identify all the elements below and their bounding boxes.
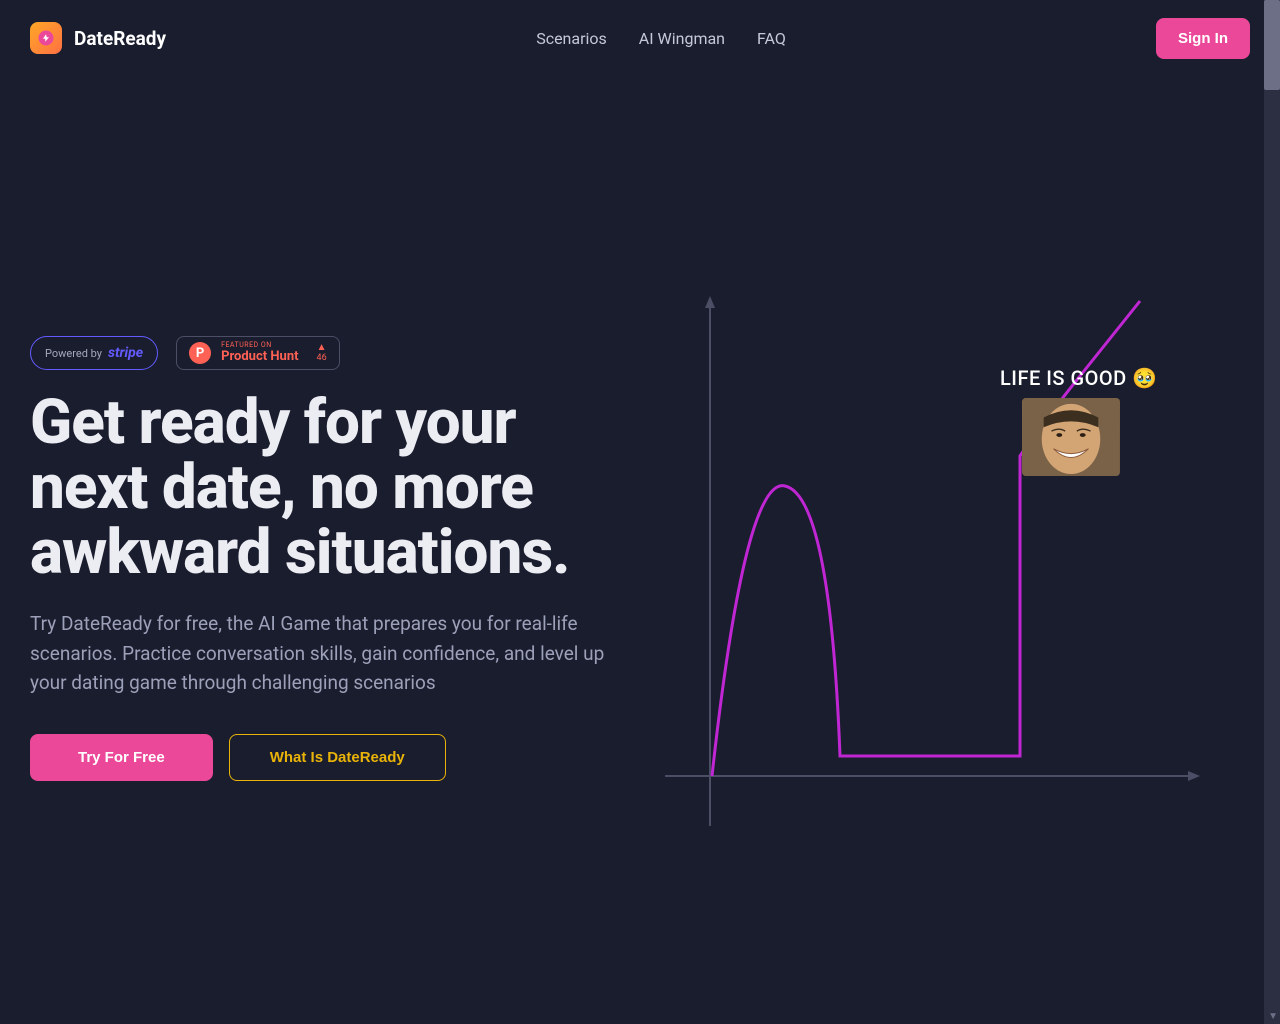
ph-upvote: ▲ 46 <box>317 343 327 363</box>
logo-icon <box>30 22 62 54</box>
stripe-badge[interactable]: Powered by stripe <box>30 336 158 370</box>
producthunt-text: FEATURED ON Product Hunt <box>221 342 298 364</box>
hero-content: Powered by stripe P FEATURED ON Product … <box>30 176 620 781</box>
scrollbar-thumb[interactable] <box>1264 0 1280 90</box>
logo-section[interactable]: DateReady <box>30 22 166 54</box>
stripe-powered-text: Powered by <box>45 347 102 360</box>
nav-wingman[interactable]: AI Wingman <box>639 29 725 48</box>
header: DateReady Scenarios AI Wingman FAQ Sign … <box>0 0 1280 76</box>
ph-name-label: Product Hunt <box>221 350 298 364</box>
nav-links: Scenarios AI Wingman FAQ <box>536 29 786 48</box>
brand-name: DateReady <box>74 27 166 50</box>
nav-faq[interactable]: FAQ <box>757 29 786 48</box>
badges-row: Powered by stripe P FEATURED ON Product … <box>30 336 620 370</box>
hero-graph: LIFE IS GOOD 🥹 <box>660 176 1250 781</box>
hero-title: Get ready for your next date, no more aw… <box>30 390 620 585</box>
scrollbar-down-arrow-icon[interactable]: ▼ <box>1268 1011 1278 1022</box>
what-is-button[interactable]: What Is DateReady <box>229 734 446 781</box>
hero-subtitle: Try DateReady for free, the AI Game that… <box>30 609 620 697</box>
nav-scenarios[interactable]: Scenarios <box>536 29 607 48</box>
producthunt-badge[interactable]: P FEATURED ON Product Hunt ▲ 46 <box>176 336 340 370</box>
sign-in-button[interactable]: Sign In <box>1156 18 1250 59</box>
producthunt-icon: P <box>189 342 211 364</box>
try-free-button[interactable]: Try For Free <box>30 734 213 781</box>
happy-face-image <box>1022 398 1120 476</box>
hero-buttons: Try For Free What Is DateReady <box>30 734 620 781</box>
ph-count-number: 46 <box>317 353 327 363</box>
hero-section: Powered by stripe P FEATURED ON Product … <box>0 76 1280 841</box>
stripe-logo-text: stripe <box>108 345 143 361</box>
scrollbar-track[interactable]: ▼ <box>1264 0 1280 1024</box>
graph-annotation: LIFE IS GOOD 🥹 <box>1000 366 1158 390</box>
upvote-arrow-icon: ▲ <box>317 343 327 353</box>
